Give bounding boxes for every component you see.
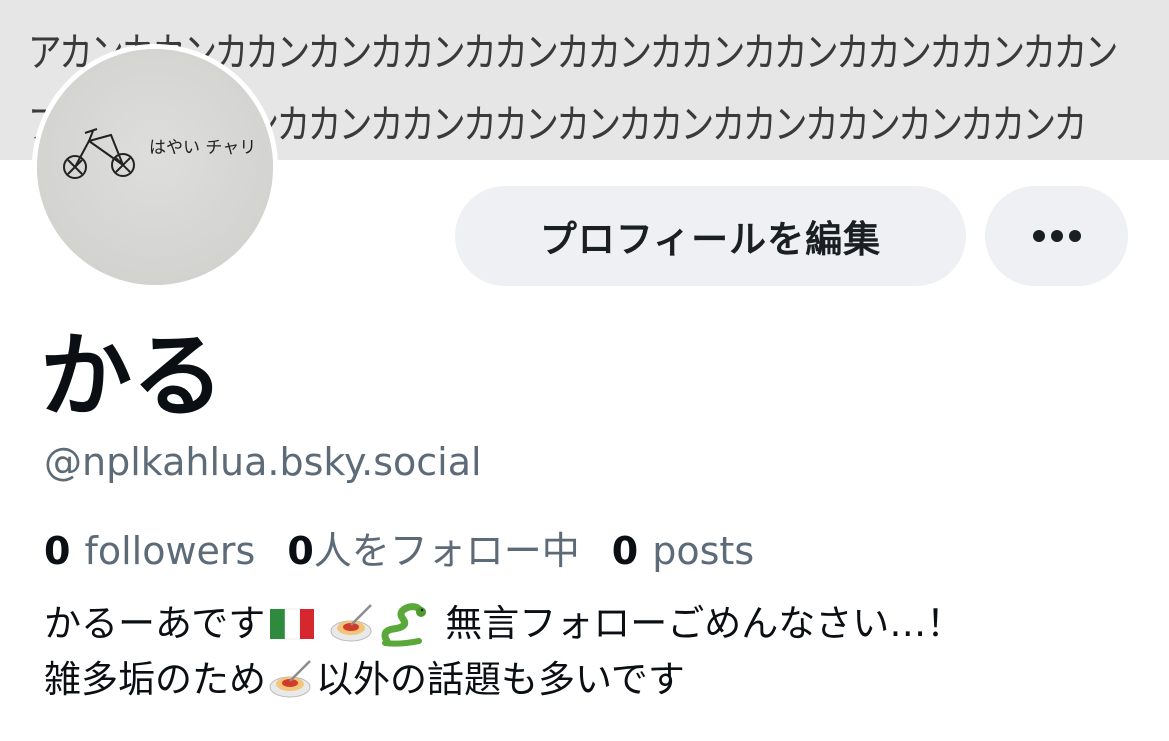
- bio-text-1b: 無言フォローごめんなさい…！: [445, 602, 964, 645]
- ellipsis-icon: [1032, 230, 1081, 242]
- profile-page: アカンカカンカカンカンカカンカカンカカンカカンカカンカカンカカンカカン アカンカ…: [0, 0, 1169, 741]
- following-count: 0: [287, 529, 314, 573]
- profile-bio: かるーあです 無言フォローごめんなさい…！ 雑多垢のため 以外の話題も多いです: [44, 596, 1144, 708]
- more-options-button[interactable]: [985, 186, 1128, 286]
- profile-handle[interactable]: @nplkahlua.bsky.social: [44, 440, 482, 484]
- posts-label: posts: [652, 529, 755, 573]
- snake-icon: [379, 601, 429, 647]
- italy-flag-icon: [269, 607, 315, 641]
- edit-profile-button[interactable]: プロフィールを編集: [455, 186, 966, 286]
- spaghetti-icon: [329, 601, 377, 647]
- following-stat[interactable]: 0人をフォロー中: [287, 520, 579, 575]
- bio-line-1: かるーあです 無言フォローごめんなさい…！: [44, 596, 1144, 652]
- bicycle-doodle-icon: はやい チャリ: [37, 49, 273, 285]
- followers-label: followers: [84, 529, 256, 573]
- avatar[interactable]: はやい チャリ: [32, 44, 278, 290]
- profile-stats: 0 followers 0人をフォロー中 0 posts: [44, 520, 754, 575]
- bio-text-2a: 雑多垢のため: [44, 658, 266, 701]
- posts-count: 0: [611, 529, 639, 573]
- followers-count: 0: [44, 529, 71, 573]
- avatar-image: はやい チャリ: [37, 49, 273, 285]
- bio-text-1a: かるーあです: [44, 602, 266, 645]
- bio-line-2: 雑多垢のため 以外の話題も多いです: [44, 652, 1144, 708]
- followers-stat[interactable]: 0 followers: [44, 529, 255, 573]
- display-name: かる: [40, 323, 225, 430]
- following-label: 人をフォロー中: [313, 529, 580, 573]
- posts-stat: 0 posts: [612, 529, 754, 573]
- avatar-caption: はやい チャリ: [149, 138, 256, 158]
- bio-text-2b: 以外の話題も多いです: [316, 658, 685, 701]
- spaghetti-icon: [268, 657, 316, 703]
